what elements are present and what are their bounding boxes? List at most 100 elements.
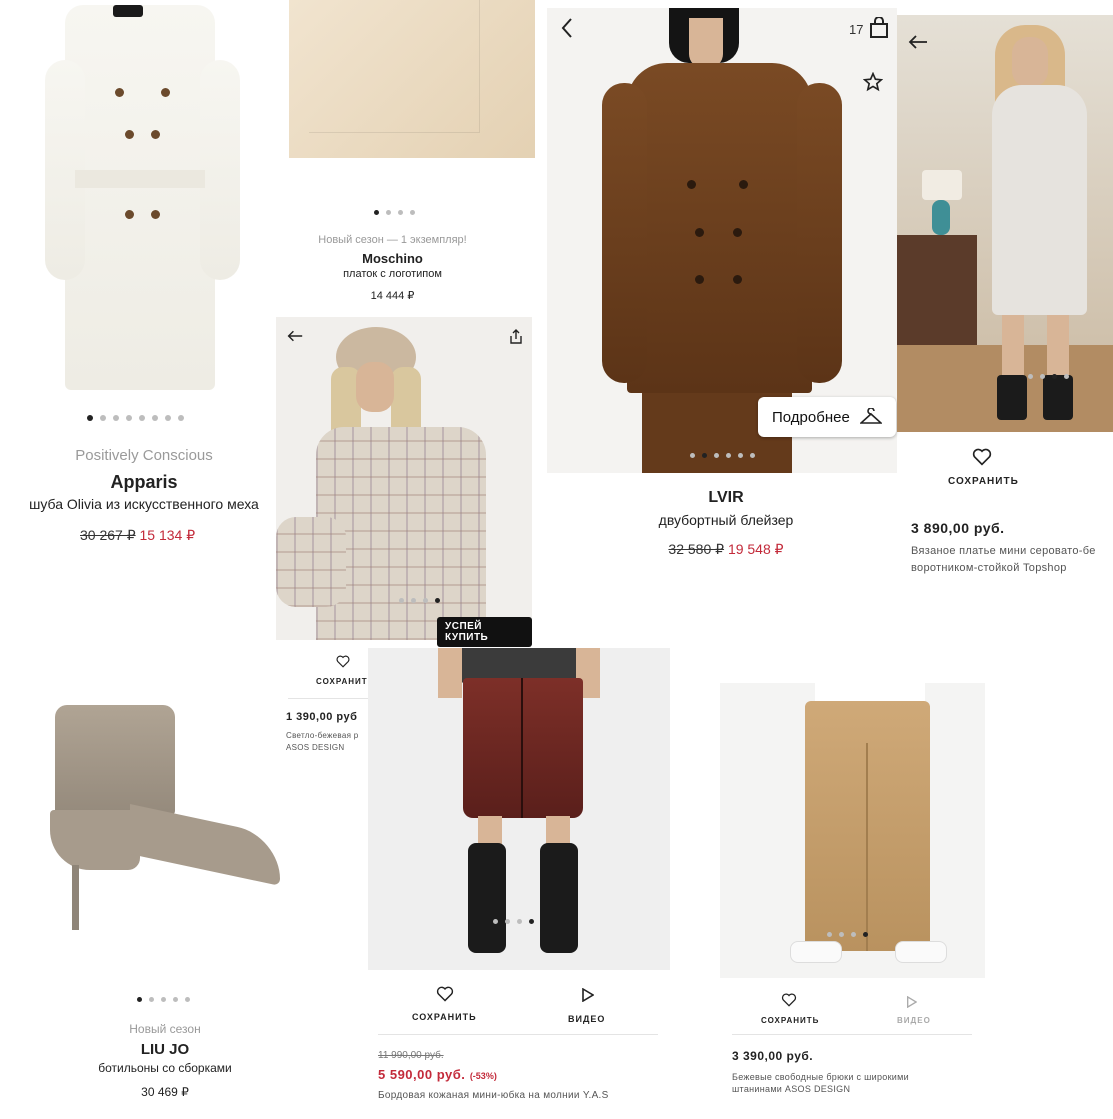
product-image-boots <box>40 700 290 950</box>
product-card-lvir[interactable]: 17 Подробнее LVIR двубортный блейзер 32 … <box>547 8 904 568</box>
details-button[interactable]: Подробнее <box>758 397 896 437</box>
pagination-dot[interactable] <box>690 453 695 458</box>
product-image-plaid-set <box>276 317 532 640</box>
product-description: штанинами ASOS DESIGN <box>732 1084 851 1094</box>
pagination-dot[interactable] <box>374 210 379 215</box>
video-button[interactable]: ВИДЕО <box>897 1016 931 1025</box>
pagination-dot[interactable] <box>750 453 755 458</box>
pagination-dot[interactable] <box>517 919 522 924</box>
product-price: 1 390,00 руб <box>286 711 358 723</box>
pagination-dot[interactable] <box>178 415 184 421</box>
brand-name[interactable]: LVIR <box>547 489 905 507</box>
pagination-dot[interactable] <box>714 453 719 458</box>
image-pagination[interactable] <box>87 415 184 421</box>
heart-icon[interactable] <box>436 986 454 1007</box>
product-card-moschino[interactable]: Новый сезон — 1 экземпляр! Moschino плат… <box>285 0 545 310</box>
pagination-dot[interactable] <box>1064 374 1069 379</box>
share-icon[interactable] <box>509 329 523 350</box>
pagination-dot[interactable] <box>505 919 510 924</box>
pagination-dot[interactable] <box>863 932 868 937</box>
save-button[interactable]: СОХРАНИТЬ <box>316 677 374 686</box>
image-pagination[interactable] <box>399 598 440 603</box>
image-pagination[interactable] <box>493 919 534 924</box>
pagination-dot[interactable] <box>161 997 166 1002</box>
pagination-dot[interactable] <box>493 919 498 924</box>
pagination-dot[interactable] <box>113 415 119 421</box>
season-label: Новый сезон — 1 экземпляр! <box>318 234 467 246</box>
pagination-dot[interactable] <box>137 997 142 1002</box>
pagination-dot[interactable] <box>1028 374 1033 379</box>
pagination-dot[interactable] <box>165 415 171 421</box>
video-button[interactable]: ВИДЕО <box>568 1014 605 1024</box>
product-price: 3 390,00 руб. <box>732 1049 814 1063</box>
pagination-dot[interactable] <box>738 453 743 458</box>
hanger-icon <box>859 408 882 424</box>
pagination-dot[interactable] <box>126 415 132 421</box>
product-description: двубортный блейзер <box>658 512 794 528</box>
discount-label: (-53%) <box>469 1071 497 1081</box>
heart-icon[interactable] <box>781 993 797 1012</box>
image-pagination[interactable] <box>1028 374 1069 379</box>
pagination-dot[interactable] <box>423 598 428 603</box>
back-arrow-icon[interactable] <box>908 35 928 54</box>
product-card-apparis[interactable]: Positively Conscious Apparis шуба Olivia… <box>0 0 285 560</box>
pagination-dot[interactable] <box>851 932 856 937</box>
price-block: 5 590,00 руб. (-53%) <box>378 1066 497 1084</box>
details-button-label: Подробнее <box>772 408 850 426</box>
product-price: 3 890,00 руб. <box>911 520 1005 536</box>
back-arrow-icon[interactable] <box>287 329 303 347</box>
pagination-dot[interactable] <box>173 997 178 1002</box>
product-description: Бежевые свободные брюки с широкими <box>732 1072 909 1082</box>
play-icon[interactable] <box>906 995 918 1013</box>
product-description: ботильоны со сборками <box>98 1061 232 1075</box>
pagination-dot[interactable] <box>100 415 106 421</box>
brand-name[interactable]: LIU JO <box>0 1041 330 1058</box>
product-image-coat <box>25 0 260 400</box>
save-button[interactable]: СОХРАНИТЬ <box>412 1012 477 1022</box>
image-pagination[interactable] <box>827 932 868 937</box>
pagination-dot[interactable] <box>435 598 440 603</box>
product-price: 30 469 ₽ <box>141 1085 189 1099</box>
pagination-dot[interactable] <box>411 598 416 603</box>
image-pagination[interactable] <box>137 997 190 1002</box>
product-card-skirt[interactable]: СОХРАНИТЬ ВИДЕО 11 990,00 руб. 5 590,00 … <box>368 648 670 1119</box>
save-button[interactable]: СОХРАНИТЬ <box>761 1016 819 1025</box>
product-card-liujo[interactable]: Новый сезон LIU JO ботильоны со сборками… <box>0 690 285 1119</box>
pagination-dot[interactable] <box>139 415 145 421</box>
pagination-dot[interactable] <box>152 415 158 421</box>
pagination-dot[interactable] <box>149 997 154 1002</box>
pagination-dot[interactable] <box>702 453 707 458</box>
pagination-dot[interactable] <box>827 932 832 937</box>
product-description: платок с логотипом <box>343 268 442 280</box>
brand-name[interactable]: Apparis <box>0 472 288 493</box>
play-icon[interactable] <box>581 987 595 1007</box>
pagination-dot[interactable] <box>185 997 190 1002</box>
pagination-dot[interactable] <box>839 932 844 937</box>
product-description: Светло-бежевая р <box>286 731 359 740</box>
save-button[interactable]: СОХРАНИТЬ <box>948 476 1019 487</box>
star-icon[interactable] <box>862 71 884 97</box>
back-arrow-icon[interactable] <box>559 16 575 45</box>
pagination-dot[interactable] <box>1040 374 1045 379</box>
season-label: Новый сезон <box>129 1022 201 1036</box>
price-block: 32 580 ₽ 19 548 ₽ <box>547 541 905 558</box>
product-card-trousers[interactable]: СОХРАНИТЬ ВИДЕО 3 390,00 руб. Бежевые св… <box>720 683 985 1103</box>
pagination-dot[interactable] <box>1052 374 1057 379</box>
pagination-dot[interactable] <box>87 415 93 421</box>
cart-count: 17 <box>849 22 864 37</box>
shopping-bag-icon[interactable] <box>869 16 889 44</box>
image-pagination[interactable] <box>374 210 415 215</box>
pagination-dot[interactable] <box>386 210 391 215</box>
pagination-dot[interactable] <box>726 453 731 458</box>
heart-icon[interactable] <box>972 448 992 471</box>
pagination-dot[interactable] <box>398 210 403 215</box>
product-card-topshop[interactable]: СОХРАНИТЬ 3 890,00 руб. Вязаное платье м… <box>897 15 1113 605</box>
brand-name[interactable]: Moschino <box>285 251 500 266</box>
heart-icon[interactable] <box>336 655 350 673</box>
image-pagination[interactable] <box>690 453 755 458</box>
pagination-dot[interactable] <box>410 210 415 215</box>
old-price: 11 990,00 руб. <box>378 1050 444 1061</box>
pagination-dot[interactable] <box>399 598 404 603</box>
product-description: ASOS DESIGN <box>286 743 345 752</box>
pagination-dot[interactable] <box>529 919 534 924</box>
